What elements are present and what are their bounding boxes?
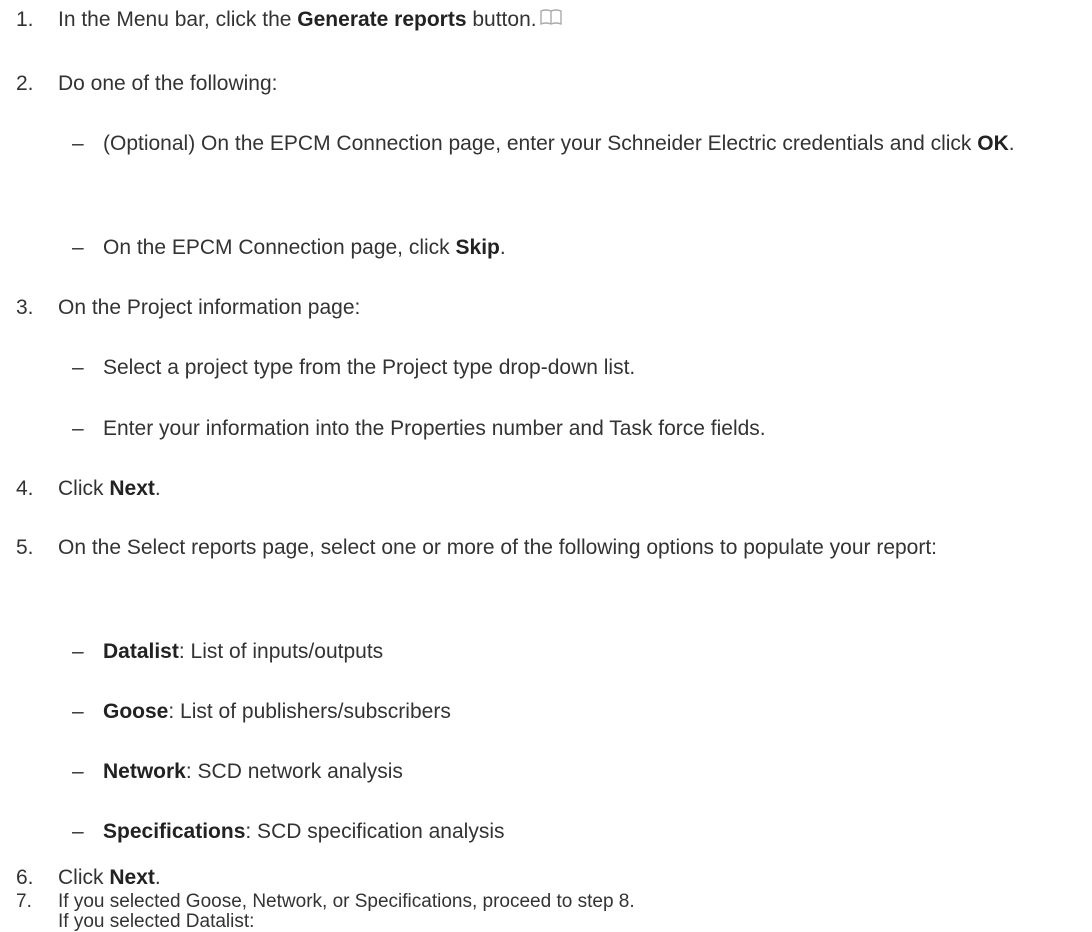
step-text: Click Next. <box>58 477 161 500</box>
sub-text: Network: SCD network analysis <box>103 760 403 783</box>
generate-reports-label: Generate reports <box>297 8 467 31</box>
sub-text: Select a project type from the Project t… <box>103 356 636 379</box>
step-text: On the Project information page: <box>58 296 361 319</box>
specifications-label: Specifications <box>103 820 246 843</box>
step-number: 4. <box>16 477 34 500</box>
goose-label: Goose <box>103 700 169 723</box>
next-label: Next <box>109 866 155 889</box>
dash-bullet: – <box>72 236 84 259</box>
step-number: 1. <box>16 8 34 31</box>
dash-bullet: – <box>72 760 84 783</box>
datalist-label: Datalist <box>103 640 179 663</box>
next-label: Next <box>109 477 155 500</box>
step-number: 5. <box>16 536 34 559</box>
sub-text: (Optional) On the EPCM Connection page, … <box>103 132 1015 155</box>
book-icon <box>539 4 563 26</box>
skip-label: Skip <box>455 236 500 259</box>
dash-bullet: – <box>72 417 84 440</box>
step-number: 7. <box>16 891 32 912</box>
dash-bullet: – <box>72 640 84 663</box>
dash-bullet: – <box>72 356 84 379</box>
sub-text: Datalist: List of inputs/outputs <box>103 640 384 663</box>
sub-text: On the EPCM Connection page, click Skip. <box>103 236 506 259</box>
step-number: 2. <box>16 72 34 95</box>
network-label: Network <box>103 760 186 783</box>
dash-bullet: – <box>72 132 84 155</box>
ok-label: OK <box>977 132 1009 155</box>
sub-text: Enter your information into the Properti… <box>103 417 766 440</box>
sub-text: Goose: List of publishers/subscribers <box>103 700 451 723</box>
step-text: If you selected Goose, Network, or Speci… <box>58 891 635 932</box>
dash-bullet: – <box>72 820 84 843</box>
step-text: On the Select reports page, select one o… <box>58 536 938 559</box>
sub-text: Specifications: SCD specification analys… <box>103 820 505 843</box>
step-number: 3. <box>16 296 34 319</box>
step-text: Do one of the following: <box>58 72 278 95</box>
step-text: In the Menu bar, click the Generate repo… <box>58 2 1084 38</box>
dash-bullet: – <box>72 700 84 723</box>
